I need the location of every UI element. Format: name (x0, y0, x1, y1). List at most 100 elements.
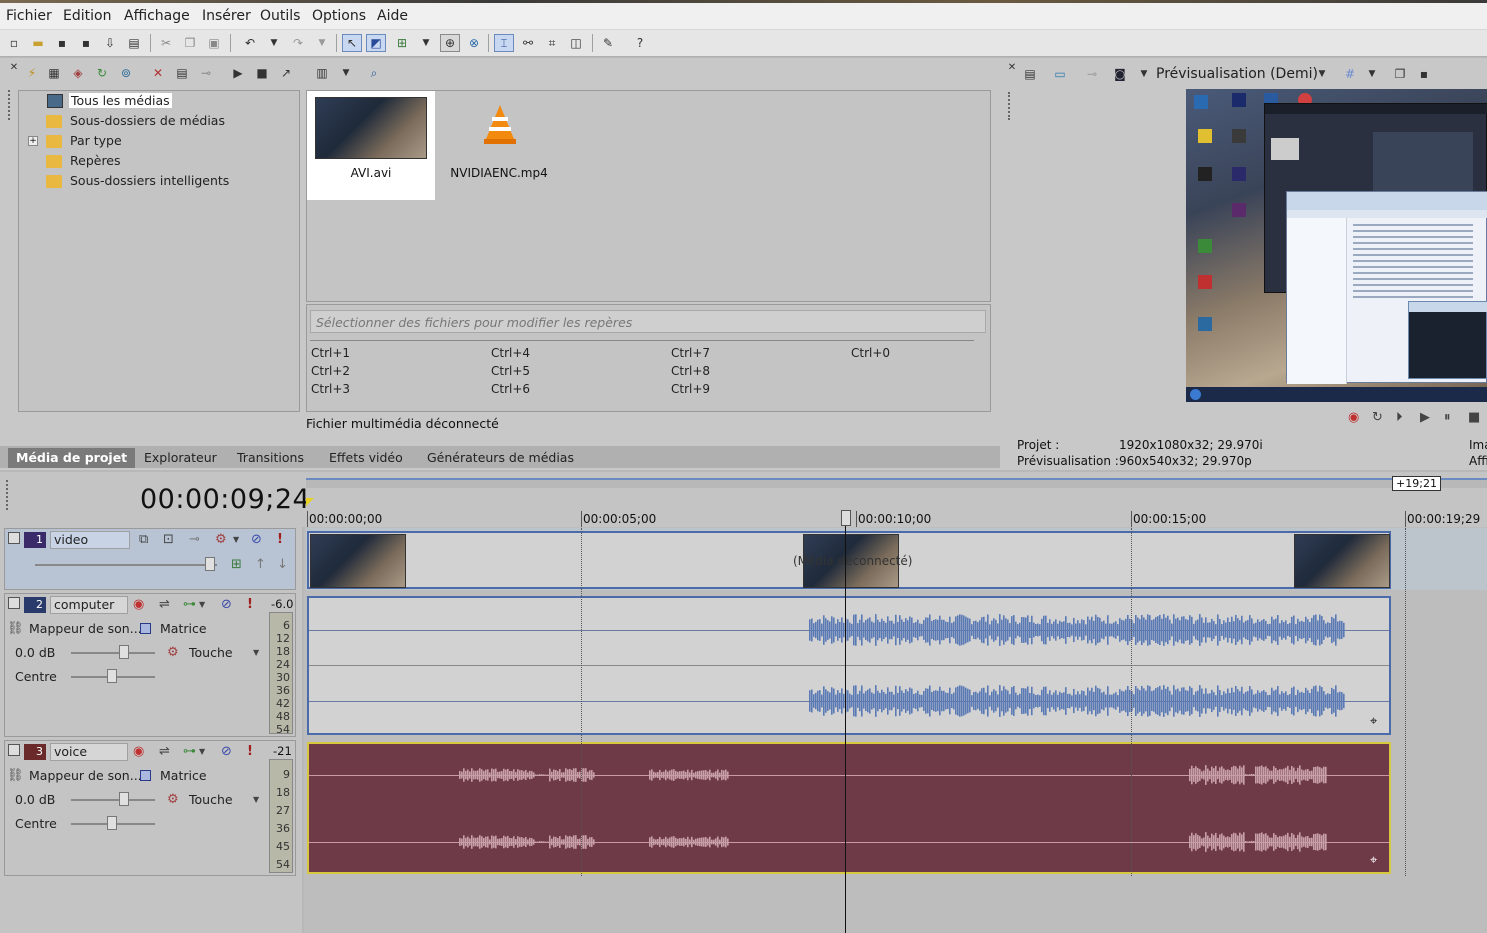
volume-knob[interactable] (119, 792, 129, 806)
mute-icon[interactable]: ⊘ (221, 744, 232, 760)
matrix-label[interactable]: Matrice (160, 768, 207, 783)
record-icon[interactable]: ◉ (1348, 410, 1359, 426)
expand-icon[interactable]: + (28, 136, 38, 146)
matrix-label[interactable]: Matrice (160, 621, 207, 636)
video-level-slider[interactable] (35, 564, 217, 566)
automation-dropdown-icon[interactable]: ▼ (253, 645, 259, 661)
loop-icon[interactable]: ↻ (1372, 410, 1383, 426)
menu-inserer[interactable]: Insérer (202, 8, 251, 24)
search-media-icon[interactable]: ⊚ (118, 65, 134, 81)
auto-ripple-icon[interactable]: ⊕ (440, 34, 460, 52)
solo-icon[interactable]: ! (247, 744, 253, 760)
track-header-voice[interactable]: 3 voice ◉ ⇌ ⊶ ▼ ⊘ ! -21 ⛓ Mappeur de son… (4, 740, 296, 876)
ignore-grouping-icon[interactable]: ⌗ (544, 35, 560, 51)
close-pane-icon[interactable]: ✕ (1004, 60, 1020, 76)
import-media-icon[interactable]: ⚡ (24, 65, 40, 81)
tab-project-media[interactable]: Média de projet (8, 448, 136, 468)
settings-gear-icon[interactable]: ⚙ (215, 532, 227, 548)
track-fx-icon[interactable]: ⊶ (183, 744, 196, 760)
mute-icon[interactable]: ⊘ (251, 532, 262, 548)
fx-chain-label[interactable]: Mappeur de son... (29, 768, 142, 783)
solo-icon[interactable]: ! (247, 597, 253, 613)
track-header-computer[interactable]: 2 computer ◉ ⇌ ⊶ ▼ ⊘ ! -6.0 ⛓ Mappeur de… (4, 593, 296, 737)
track-minimize-icon[interactable] (8, 744, 20, 756)
arm-record-icon[interactable]: ◉ (133, 597, 144, 613)
snapping-icon[interactable]: ⌶ (494, 34, 514, 52)
views-icon[interactable]: ▥ (314, 65, 330, 81)
tree-item-by-type[interactable]: Par type (46, 132, 122, 150)
automation-gear-icon[interactable]: ⚙ (167, 645, 179, 661)
track-fx-icon[interactable]: ⊸ (189, 532, 200, 548)
help-icon[interactable]: ? (632, 35, 648, 51)
play-media-icon[interactable]: ▶ (230, 65, 246, 81)
settings-dropdown-icon[interactable]: ▼ (233, 532, 239, 548)
refresh-icon[interactable]: ↻ (94, 65, 110, 81)
envelope-tool-icon[interactable]: ⊞ (394, 35, 410, 51)
tab-media-generators[interactable]: Générateurs de médias (419, 448, 582, 468)
selection-tool-icon[interactable]: ◩ (366, 34, 386, 52)
file-item-avi[interactable]: AVI.avi (307, 91, 435, 200)
matrix-icon[interactable] (140, 770, 151, 781)
tree-item-markers[interactable]: Repères (46, 152, 121, 170)
track-fx-icon[interactable]: ⊶ (183, 597, 196, 613)
matrix-icon[interactable] (140, 623, 151, 634)
save-as-icon[interactable]: ▪ (78, 35, 94, 51)
paste-icon[interactable]: ▣ (206, 35, 222, 51)
volume-knob[interactable] (119, 645, 129, 659)
media-fx-icon[interactable]: ⊸ (198, 65, 214, 81)
remove-media-icon[interactable]: ✕ (150, 65, 166, 81)
stop-icon[interactable]: ■ (1468, 410, 1480, 426)
online-icon[interactable]: ✎ (600, 35, 616, 51)
make-compositing-child-icon[interactable]: ⊞ (231, 557, 242, 573)
undo-dropdown-icon[interactable]: ▼ (266, 35, 282, 51)
pause-icon[interactable]: ⏸ (1444, 410, 1451, 426)
search-icon[interactable]: ⌕ (366, 65, 382, 81)
volume-slider[interactable] (71, 652, 155, 654)
menu-edition[interactable]: Edition (63, 8, 111, 24)
cut-icon[interactable]: ✂ (158, 35, 174, 51)
event-fx-icon[interactable]: ⌖ (1370, 853, 1377, 868)
track-name[interactable]: voice (50, 743, 128, 761)
loop-start-marker[interactable] (306, 498, 314, 506)
composite-mode-icon[interactable]: ⧉ (139, 532, 148, 548)
preview-properties-icon[interactable]: ▤ (1022, 66, 1038, 82)
get-photo-icon[interactable]: ◈ (70, 65, 86, 81)
split-screen-icon[interactable]: ◙ (1112, 66, 1128, 82)
pane-grip[interactable] (1008, 92, 1011, 120)
track-minimize-icon[interactable] (8, 532, 20, 544)
video-fx-icon[interactable]: ⊸ (1084, 66, 1100, 82)
video-event[interactable]: (Média déconnecté) (307, 531, 1391, 589)
views-dropdown-icon[interactable]: ▼ (338, 65, 354, 81)
tree-item-smart-bins[interactable]: Sous-dossiers intelligents (46, 172, 229, 190)
render-icon[interactable]: ⇩ (102, 35, 118, 51)
automation-gear-icon[interactable]: ⚙ (167, 792, 179, 808)
tab-explorer[interactable]: Explorateur (136, 448, 225, 468)
overlays-icon[interactable]: # (1342, 66, 1358, 82)
copy-snapshot-icon[interactable]: ❐ (1392, 66, 1408, 82)
tab-video-fx[interactable]: Effets vidéo (321, 448, 411, 468)
play-icon[interactable]: ▶ (1420, 410, 1430, 426)
save-snapshot-icon[interactable]: ▪ (1416, 66, 1432, 82)
tool-dropdown-icon[interactable]: ▼ (418, 35, 434, 51)
markers-input[interactable]: Sélectionner des fichiers pour modifier … (310, 310, 986, 333)
event-fx-icon[interactable]: ⌖ (1370, 714, 1377, 729)
make-parent-icon[interactable]: ↑ (255, 557, 266, 573)
pane-grip[interactable] (8, 90, 11, 120)
play-from-start-icon[interactable]: ⏵ (1396, 410, 1403, 426)
solo-icon[interactable]: ! (277, 532, 283, 548)
properties-icon[interactable]: ▤ (126, 35, 142, 51)
quality-dropdown-icon[interactable]: ▼ (1314, 66, 1330, 82)
overlays-dropdown-icon[interactable]: ▼ (1364, 66, 1380, 82)
mute-icon[interactable]: ⊘ (221, 597, 232, 613)
file-item-mp4[interactable]: NVIDIAENC.mp4 (440, 91, 558, 200)
redo-dropdown-icon[interactable]: ▼ (314, 35, 330, 51)
preview-quality[interactable]: Prévisualisation (Demi) (1156, 66, 1318, 82)
track-header-video[interactable]: 1 video ⧉ ⊡ ⊸ ⚙ ▼ ⊘ ! ⊞ ↑ ↓ (4, 528, 296, 590)
playhead-handle[interactable] (841, 510, 851, 526)
invert-phase-icon[interactable]: ⇌ (159, 597, 170, 613)
sound-mapper-icon[interactable]: ⛓ (7, 768, 24, 784)
split-dropdown-icon[interactable]: ▼ (1136, 66, 1152, 82)
copy-icon[interactable]: ❐ (182, 35, 198, 51)
undo-icon[interactable]: ↶ (242, 35, 258, 51)
auto-crossfade-icon[interactable]: ⊗ (466, 35, 482, 51)
